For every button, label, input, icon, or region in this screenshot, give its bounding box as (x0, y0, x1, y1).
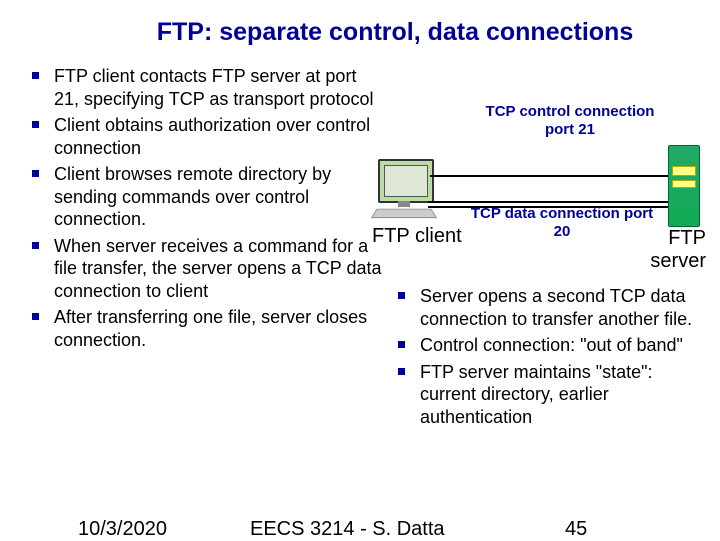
keyboard-icon (371, 209, 437, 218)
slide: FTP: separate control, data connections … (0, 0, 720, 540)
ftp-diagram: TCP control connection port 21 TCP data … (370, 85, 700, 275)
server-label: FTP server (636, 227, 706, 273)
footer-page-number: 45 (565, 518, 587, 541)
slide-title: FTP: separate control, data connections (94, 18, 696, 47)
list-item: After transferring one file, server clos… (24, 306, 384, 351)
monitor-icon (378, 159, 434, 203)
diagram-area: TCP control connection port 21 TCP data … (370, 85, 705, 275)
data-connection-line (428, 201, 670, 203)
list-item: FTP server maintains "state": current di… (390, 361, 705, 429)
list-item: Control connection: "out of band" (390, 334, 705, 357)
left-bullet-list: FTP client contacts FTP server at port 2… (24, 65, 384, 351)
list-item: Server opens a second TCP data connectio… (390, 285, 705, 330)
footer-course: EECS 3214 - S. Datta (250, 518, 445, 541)
list-item: Client browses remote directory by sendi… (24, 163, 384, 231)
list-item: When server receives a command for a fil… (24, 235, 384, 303)
server-tower-icon (668, 145, 700, 227)
data-connection-label: TCP data connection port 20 (462, 205, 662, 241)
right-column: Server opens a second TCP data connectio… (390, 285, 705, 432)
list-item: Client obtains authorization over contro… (24, 114, 384, 159)
footer-date: 10/3/2020 (78, 518, 167, 541)
client-computer-icon (370, 157, 440, 219)
left-column: FTP client contacts FTP server at port 2… (24, 65, 384, 355)
right-bullet-list: Server opens a second TCP data connectio… (390, 285, 705, 428)
monitor-stand-icon (398, 201, 410, 207)
control-connection-label: TCP control connection port 21 (470, 103, 670, 139)
list-item: FTP client contacts FTP server at port 2… (24, 65, 384, 110)
control-connection-line (430, 175, 670, 177)
client-label: FTP client (372, 225, 462, 248)
